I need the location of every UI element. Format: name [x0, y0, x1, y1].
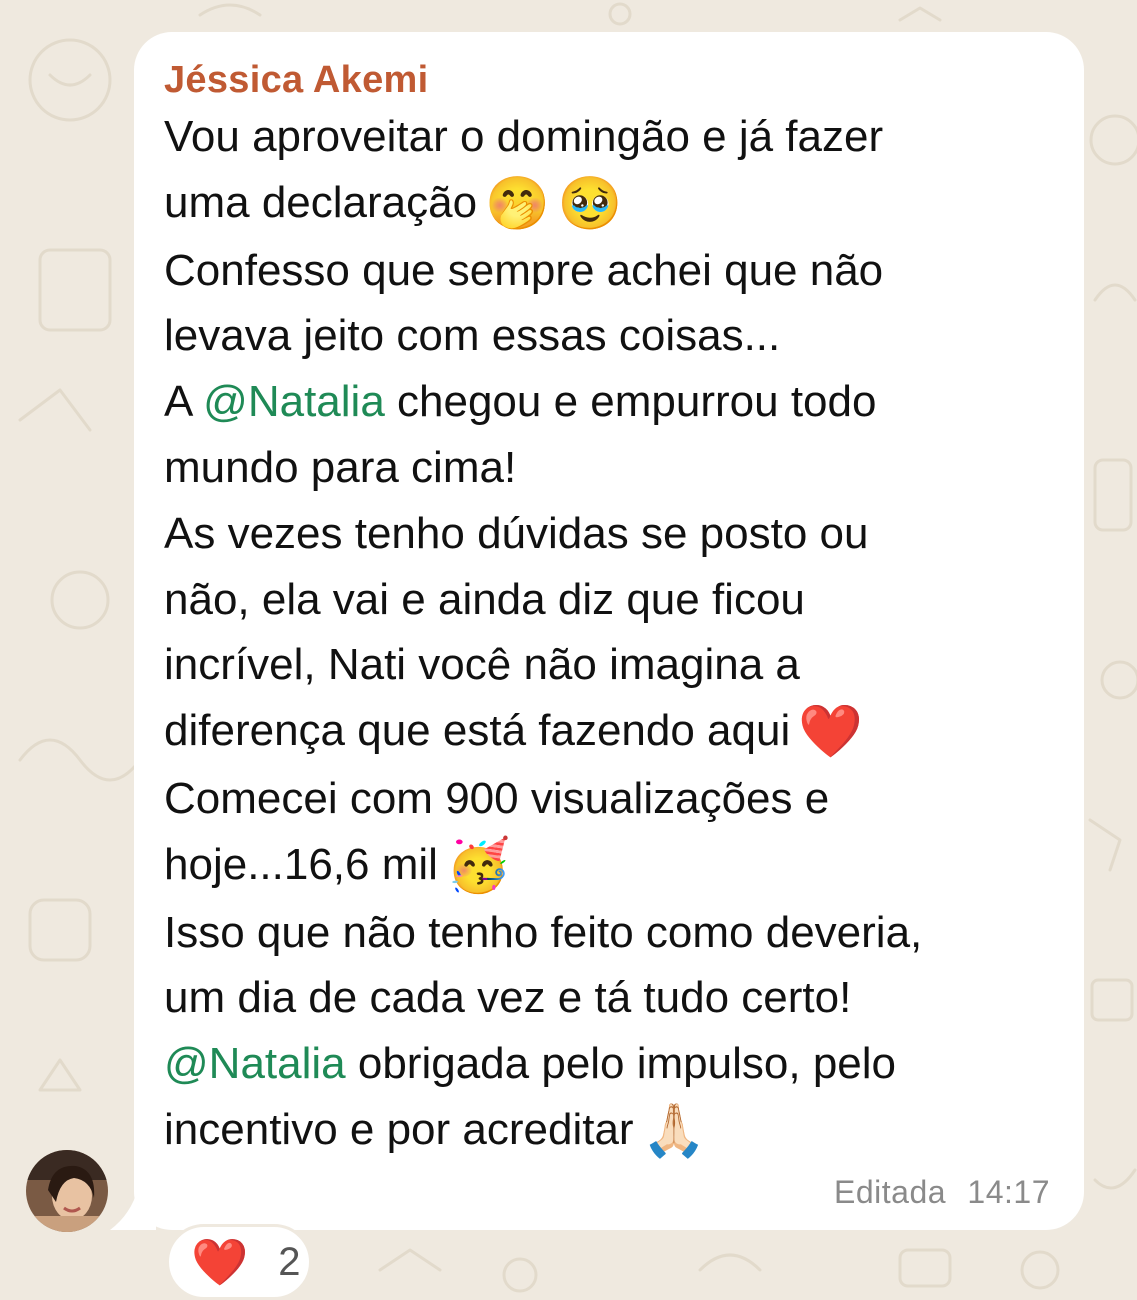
mention-link[interactable]: @Natalia	[203, 377, 385, 426]
message-line: levava jeito com essas coisas...	[164, 303, 1054, 369]
message-line: incrível, Nati você não imagina a	[164, 632, 1054, 698]
message-line: mundo para cima!	[164, 435, 1054, 501]
emoji-icon: 🤭	[485, 174, 550, 233]
message-line: uma declaração 🤭 🥹	[164, 170, 1054, 238]
message-text-segment: um dia de cada vez e tá tudo certo!	[164, 973, 852, 1023]
message-text-segment: diferença que está fazendo aqui	[164, 706, 791, 756]
avatar-photo-icon	[26, 1150, 108, 1232]
message-line: incentivo e por acreditar 🙏🏻	[164, 1097, 1054, 1165]
message-text-segment: Vou aproveitar o domingão e já fazer	[164, 112, 884, 161]
message-text-segment: A	[164, 377, 204, 427]
message-text-segment: mundo para cima!	[164, 442, 517, 492]
message-time: 14:17	[967, 1174, 1050, 1210]
message-text-segment: Confesso que sempre achei que não	[164, 245, 884, 295]
message-meta: Editada 14:17	[834, 1174, 1050, 1210]
sender-avatar[interactable]	[26, 1150, 108, 1232]
message-line: As vezes tenho dúvidas se posto ou	[164, 501, 1054, 567]
reaction-count: 2	[278, 1239, 301, 1284]
emoji-icon: 🥹	[557, 174, 623, 233]
message-line: não, ela vai e ainda diz que ficou	[164, 567, 1054, 633]
message-text-segment: incrível, Nati você não imagina a	[164, 640, 800, 690]
message-line: diferença que está fazendo aqui ❤️	[164, 698, 1054, 766]
message-line: um dia de cada vez e tá tudo certo!	[164, 965, 1054, 1031]
reaction-pill[interactable]: ❤️ 2	[166, 1224, 312, 1300]
emoji-icon: 🥳	[445, 836, 511, 895]
message-line: Comecei com 900 visualizações e	[164, 766, 1054, 832]
mention-link[interactable]: @Natalia	[164, 1039, 346, 1088]
message-text-segment: chegou e empurrou todo	[384, 377, 877, 427]
message-bubble[interactable]: Jéssica Akemi Vou aproveitar o domingão …	[134, 32, 1084, 1230]
message-text-segment: uma declaração	[164, 177, 478, 227]
edited-label: Editada	[834, 1174, 947, 1210]
message-text-segment: Comecei com 900 visualizações e	[164, 773, 830, 823]
message-line: Vou aproveitar o domingão e já fazer	[164, 104, 1054, 170]
message-line: Confesso que sempre achei que não	[164, 238, 1054, 304]
message-text-segment: obrigada pelo impulso, pelo	[345, 1039, 897, 1089]
message-text-segment: As vezes tenho dúvidas se posto ou	[164, 508, 869, 558]
message-text-segment: Isso que não tenho feito como deveria,	[164, 907, 923, 957]
message-line: @Natalia obrigada pelo impulso, pelo	[164, 1031, 1054, 1097]
sender-name[interactable]: Jéssica Akemi	[164, 56, 1054, 104]
message-line: hoje...16,6 mil 🥳	[164, 832, 1054, 900]
message-text-segment: incentivo e por acreditar	[164, 1104, 634, 1154]
emoji-icon: ❤️	[798, 703, 863, 762]
message-text-segment: não, ela vai e ainda diz que ficou	[164, 574, 805, 624]
emoji-icon: 🙏🏻	[641, 1101, 707, 1160]
message-line: Isso que não tenho feito como deveria,	[164, 900, 1054, 966]
message-text: Vou aproveitar o domingão e já fazer uma …	[164, 104, 1054, 1165]
message-line: A @Natalia chegou e empurrou todo	[164, 369, 1054, 435]
message-text-segment: hoje...16,6 mil	[164, 839, 438, 889]
heart-reaction-icon: ❤️	[191, 1236, 249, 1288]
message-text-segment: levava jeito com essas coisas...	[164, 311, 781, 361]
